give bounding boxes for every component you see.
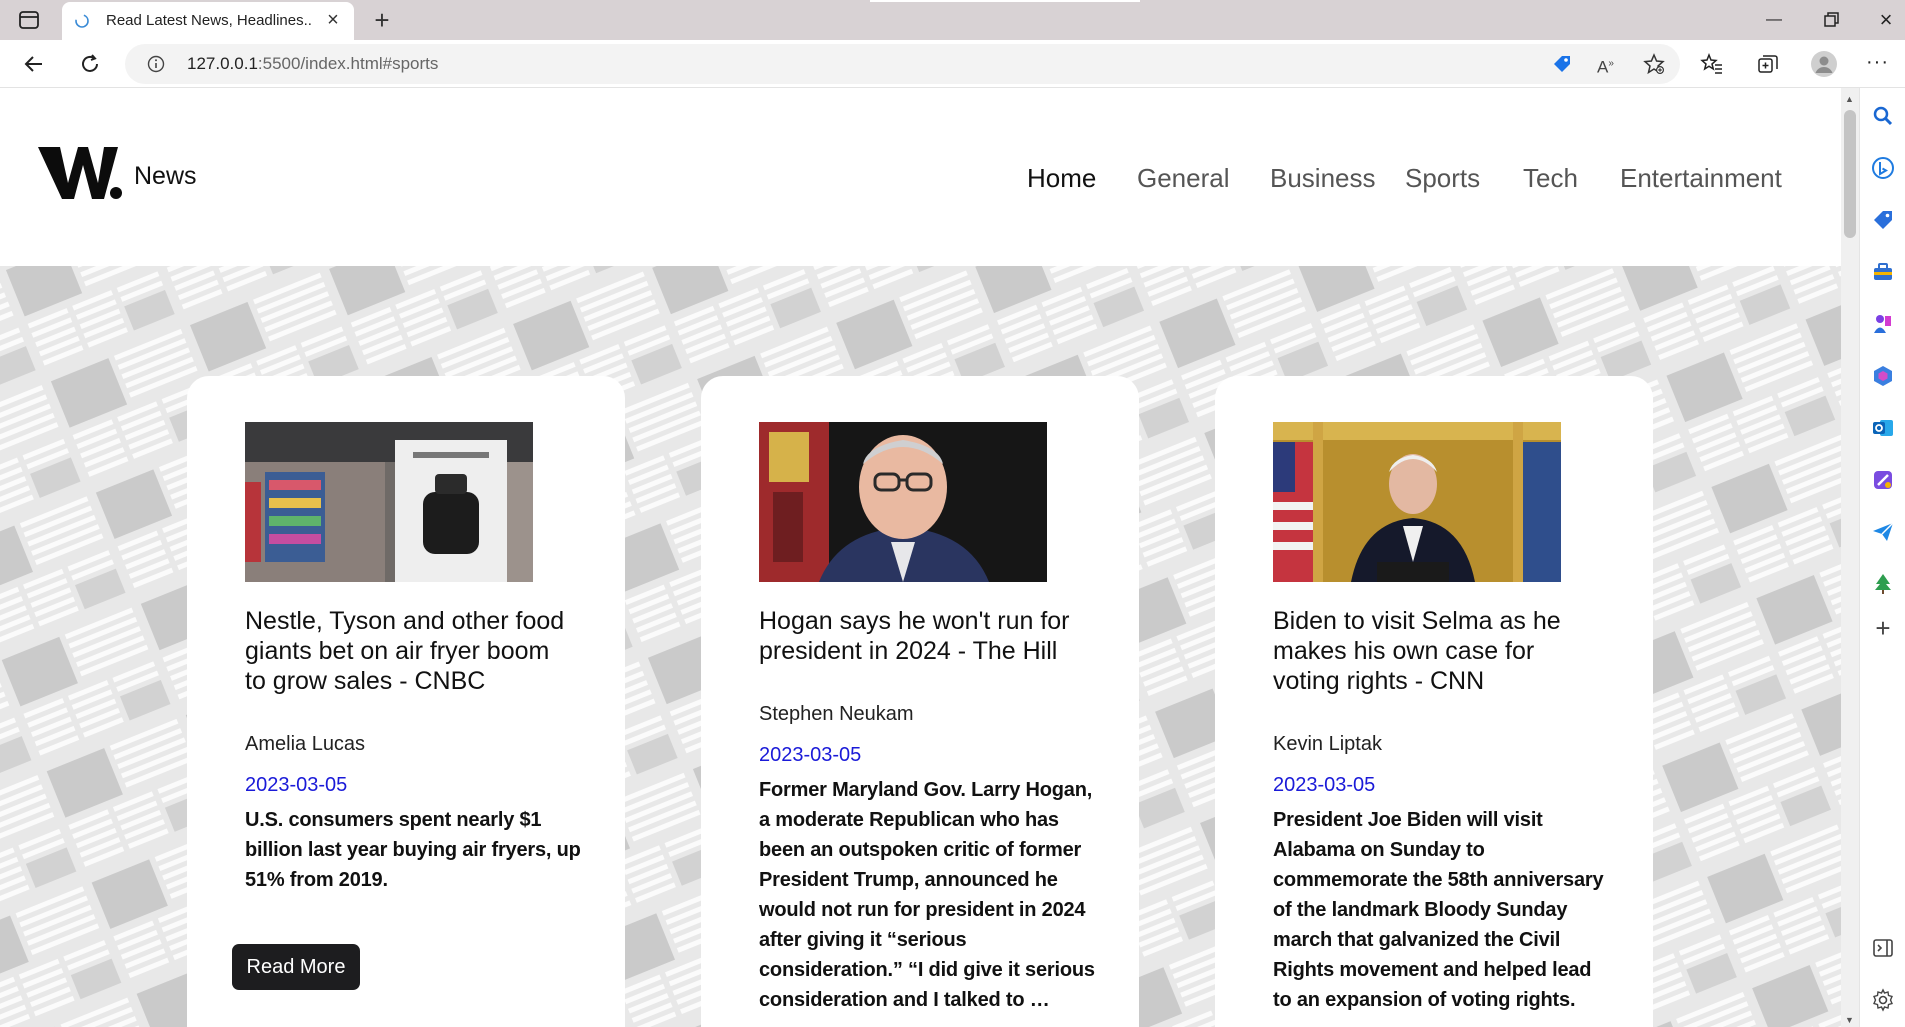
nav-business[interactable]: Business [1270,163,1376,194]
scroll-up-icon[interactable]: ▲ [1845,94,1854,104]
web-page: News Home General Business Sports Tech E… [0,88,1841,1027]
more-menu-icon[interactable]: ··· [1866,52,1890,76]
nav-entertainment[interactable]: Entertainment [1620,163,1782,194]
scrollbar-thumb[interactable] [1844,110,1856,238]
read-more-button[interactable]: Read More [232,944,360,990]
news-card-description: Former Maryland Gov. Larry Hogan, a mode… [759,779,1095,1011]
news-card-headline[interactable]: Nestle, Tyson and other food giants bet … [245,606,575,696]
url-text: 127.0.0.1:5500/index.html#sports [187,54,438,74]
news-card-image[interactable] [759,422,1047,582]
search-icon[interactable] [1871,104,1895,128]
browser-tab-active[interactable]: Read Latest News, Headlines.. × [62,2,354,40]
news-card-date: 2023-03-05 [759,744,862,766]
settings-gear-icon[interactable] [1871,988,1895,1012]
tree-icon[interactable] [1871,572,1895,596]
tab-strip-highlight [870,0,1140,2]
new-tab-icon[interactable]: + [368,6,396,34]
news-card: Nestle, Tyson and other food giants bet … [187,376,625,1027]
restore-icon[interactable] [1817,6,1845,34]
collections-icon[interactable] [1756,52,1780,76]
shopping-icon[interactable] [1871,208,1895,232]
nav-tech[interactable]: Tech [1523,163,1578,194]
tools-icon[interactable] [1871,260,1895,284]
site-header: News Home General Business Sports Tech E… [0,88,1841,266]
favorites-icon[interactable] [1700,52,1724,76]
page-scrollbar[interactable]: ▲ ▼ [1841,88,1859,1027]
minimize-icon[interactable]: — [1760,6,1788,34]
scroll-down-icon[interactable]: ▼ [1845,1015,1854,1025]
address-bar[interactable]: 127.0.0.1:5500/index.html#sports A» [125,44,1680,84]
news-card-author: Stephen Neukam [759,703,914,725]
browser-tab-strip: Read Latest News, Headlines.. × + — × [0,0,1905,40]
news-card-author: Amelia Lucas [245,733,366,755]
tab-actions-icon[interactable] [18,10,40,30]
designer-icon[interactable] [1871,468,1895,492]
outlook-icon[interactable] [1871,416,1895,440]
url-host: 127.0.0.1 [187,54,258,73]
news-card-headline[interactable]: Biden to visit Selma as he makes his own… [1273,606,1603,696]
add-sidebar-icon[interactable]: + [1871,615,1895,641]
air-fryer-store-image [245,422,533,582]
news-hero-section: Nestle, Tyson and other food giants bet … [0,266,1841,1027]
games-icon[interactable] [1871,312,1895,336]
logo-text[interactable]: News [134,162,197,191]
edge-sidebar: + [1859,88,1905,1027]
news-card-author: Kevin Liptak [1273,733,1382,755]
add-favorite-icon[interactable] [1643,53,1665,75]
profile-avatar-icon[interactable] [1810,50,1838,78]
news-card-image[interactable] [1273,422,1561,582]
site-info-icon[interactable] [147,55,165,73]
shopping-tag-icon[interactable] [1551,53,1573,75]
nav-general[interactable]: General [1137,163,1230,194]
nav-sports[interactable]: Sports [1405,163,1480,194]
tab-title: Read Latest News, Headlines.. [106,12,312,29]
browser-toolbar: 127.0.0.1:5500/index.html#sports A» ··· [0,40,1905,88]
copilot-icon[interactable] [1871,156,1895,180]
close-window-icon[interactable]: × [1872,6,1900,34]
tab-close-icon[interactable]: × [324,10,342,30]
back-arrow-icon[interactable] [22,52,46,76]
hogan-portrait-image [759,422,1047,582]
nav-home[interactable]: Home [1027,163,1096,194]
page-favicon-icon [75,14,89,28]
reload-icon[interactable] [78,52,102,76]
microsoft-365-icon[interactable] [1871,364,1895,388]
url-path: :5500/index.html#sports [257,54,439,73]
news-card-description: U.S. consumers spent nearly $1 billion l… [245,809,581,891]
news-card-date: 2023-03-05 [1273,774,1376,796]
biden-podium-image [1273,422,1561,582]
news-card: Biden to visit Selma as he makes his own… [1215,376,1653,1027]
news-card-description: President Joe Biden will visit Alabama o… [1273,809,1604,1011]
news-card-image[interactable] [245,422,533,582]
news-card-date: 2023-03-05 [245,774,348,796]
news-card-headline[interactable]: Hogan says he won't run for president in… [759,606,1089,666]
logo-w-icon[interactable] [38,143,124,203]
read-aloud-icon[interactable]: A» [1597,53,1619,77]
news-card: Hogan says he won't run for president in… [701,376,1139,1027]
hide-sidebar-icon[interactable] [1871,936,1895,960]
send-icon[interactable] [1871,520,1895,544]
